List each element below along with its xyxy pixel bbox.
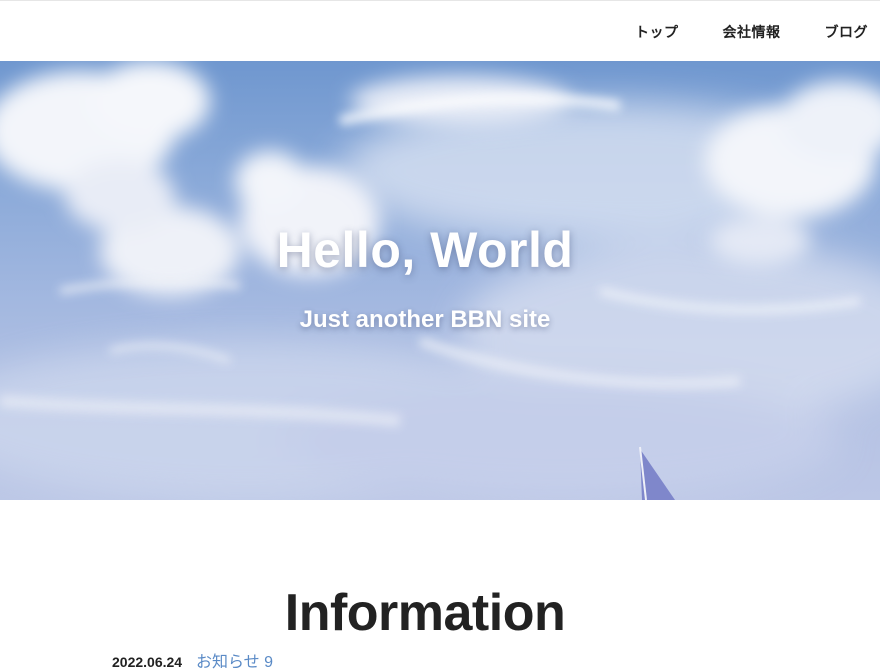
nav-item-company[interactable]: 会社情報: [679, 22, 781, 42]
site-header: トップ 会社情報 ブログ: [0, 0, 880, 61]
sky-background-image: [0, 61, 880, 500]
hero-banner: Hello, World Just another BBN site: [0, 61, 880, 500]
hero-subtitle: Just another BBN site: [299, 306, 551, 333]
information-heading: Information: [284, 584, 566, 643]
information-list-item: 2022.06.24 お知らせ 9: [112, 648, 273, 672]
post-title-link[interactable]: お知らせ 9: [196, 654, 273, 671]
global-nav: トップ 会社情報 ブログ: [591, 1, 868, 62]
post-date: 2022.06.24: [112, 654, 183, 670]
hero-title: Hello, World: [276, 222, 574, 278]
nav-item-blog[interactable]: ブログ: [781, 22, 869, 42]
nav-item-top[interactable]: トップ: [591, 22, 679, 42]
